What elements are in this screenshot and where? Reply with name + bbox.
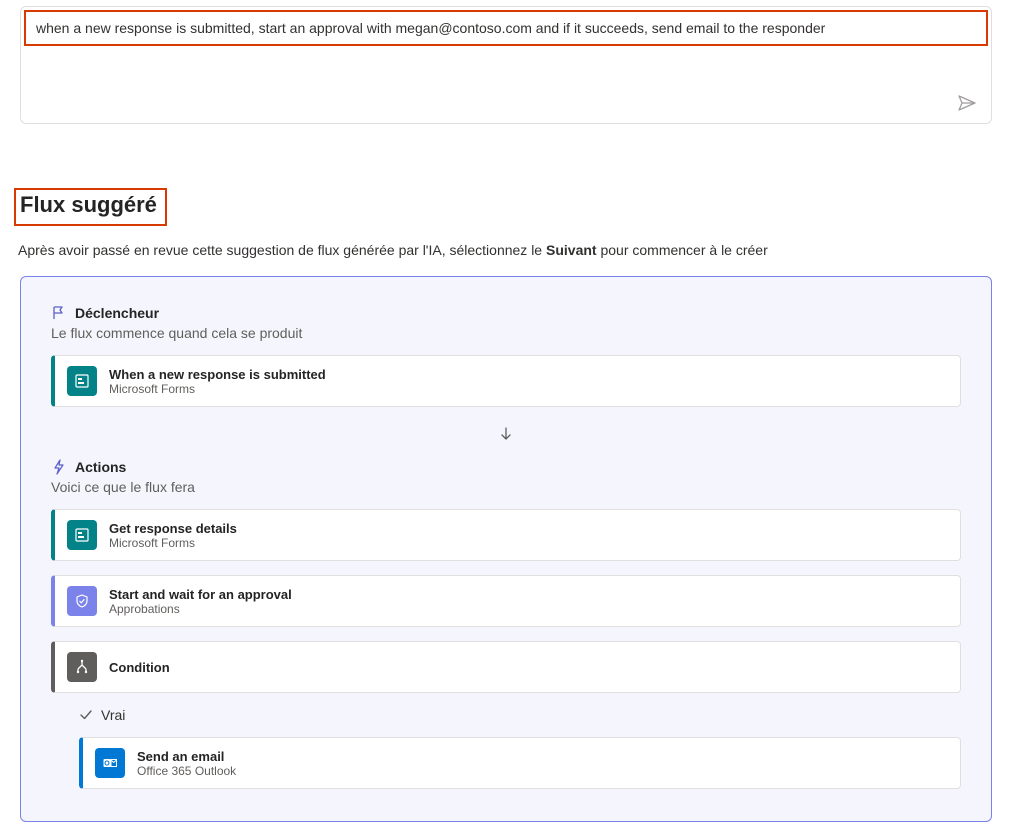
action-step-condition[interactable]: Condition xyxy=(51,641,961,693)
actions-header: Actions xyxy=(51,459,961,475)
svg-text:O: O xyxy=(104,761,110,768)
actions-desc: Voici ce que le flux fera xyxy=(51,479,961,495)
section-title-highlight: Flux suggéré xyxy=(14,188,167,226)
forms-icon xyxy=(67,520,97,550)
action-step-send-email[interactable]: O Send an email Office 365 Outlook xyxy=(79,737,961,789)
forms-icon xyxy=(67,366,97,396)
step-title: Get response details xyxy=(109,521,237,536)
step-sub: Office 365 Outlook xyxy=(137,764,236,778)
send-icon[interactable] xyxy=(957,93,977,113)
step-title: Start and wait for an approval xyxy=(109,587,292,602)
prompt-text: when a new response is submitted, start … xyxy=(24,10,988,46)
action-step-get-response[interactable]: Get response details Microsoft Forms xyxy=(51,509,961,561)
trigger-step[interactable]: When a new response is submitted Microso… xyxy=(51,355,961,407)
prompt-box[interactable]: when a new response is submitted, start … xyxy=(20,6,992,124)
step-sub: Approbations xyxy=(109,602,292,616)
flow-card: Déclencheur Le flux commence quand cela … xyxy=(20,276,992,822)
trigger-label: Déclencheur xyxy=(75,305,159,321)
step-title: Condition xyxy=(109,660,170,675)
actions-label: Actions xyxy=(75,459,126,475)
branch-true-label: Vrai xyxy=(101,707,125,723)
step-sub: Microsoft Forms xyxy=(109,382,326,396)
subtitle-bold: Suivant xyxy=(546,242,597,258)
trigger-desc: Le flux commence quand cela se produit xyxy=(51,325,961,341)
lightning-icon xyxy=(51,459,67,475)
subtitle-pre: Après avoir passé en revue cette suggest… xyxy=(18,242,546,258)
section-title: Flux suggéré xyxy=(20,192,157,218)
branch-true: Vrai xyxy=(79,707,961,723)
trigger-header: Déclencheur xyxy=(51,305,961,321)
subtitle-post: pour commencer à le créer xyxy=(597,242,768,258)
step-title: Send an email xyxy=(137,749,236,764)
check-icon xyxy=(79,708,93,722)
outlook-icon: O xyxy=(95,748,125,778)
section-subtitle: Après avoir passé en revue cette suggest… xyxy=(18,242,1012,258)
step-sub: Microsoft Forms xyxy=(109,536,237,550)
action-step-approval[interactable]: Start and wait for an approval Approbati… xyxy=(51,575,961,627)
condition-icon xyxy=(67,652,97,682)
approval-icon xyxy=(67,586,97,616)
arrow-down-icon xyxy=(51,425,961,443)
flag-icon xyxy=(51,305,67,321)
step-title: When a new response is submitted xyxy=(109,367,326,382)
